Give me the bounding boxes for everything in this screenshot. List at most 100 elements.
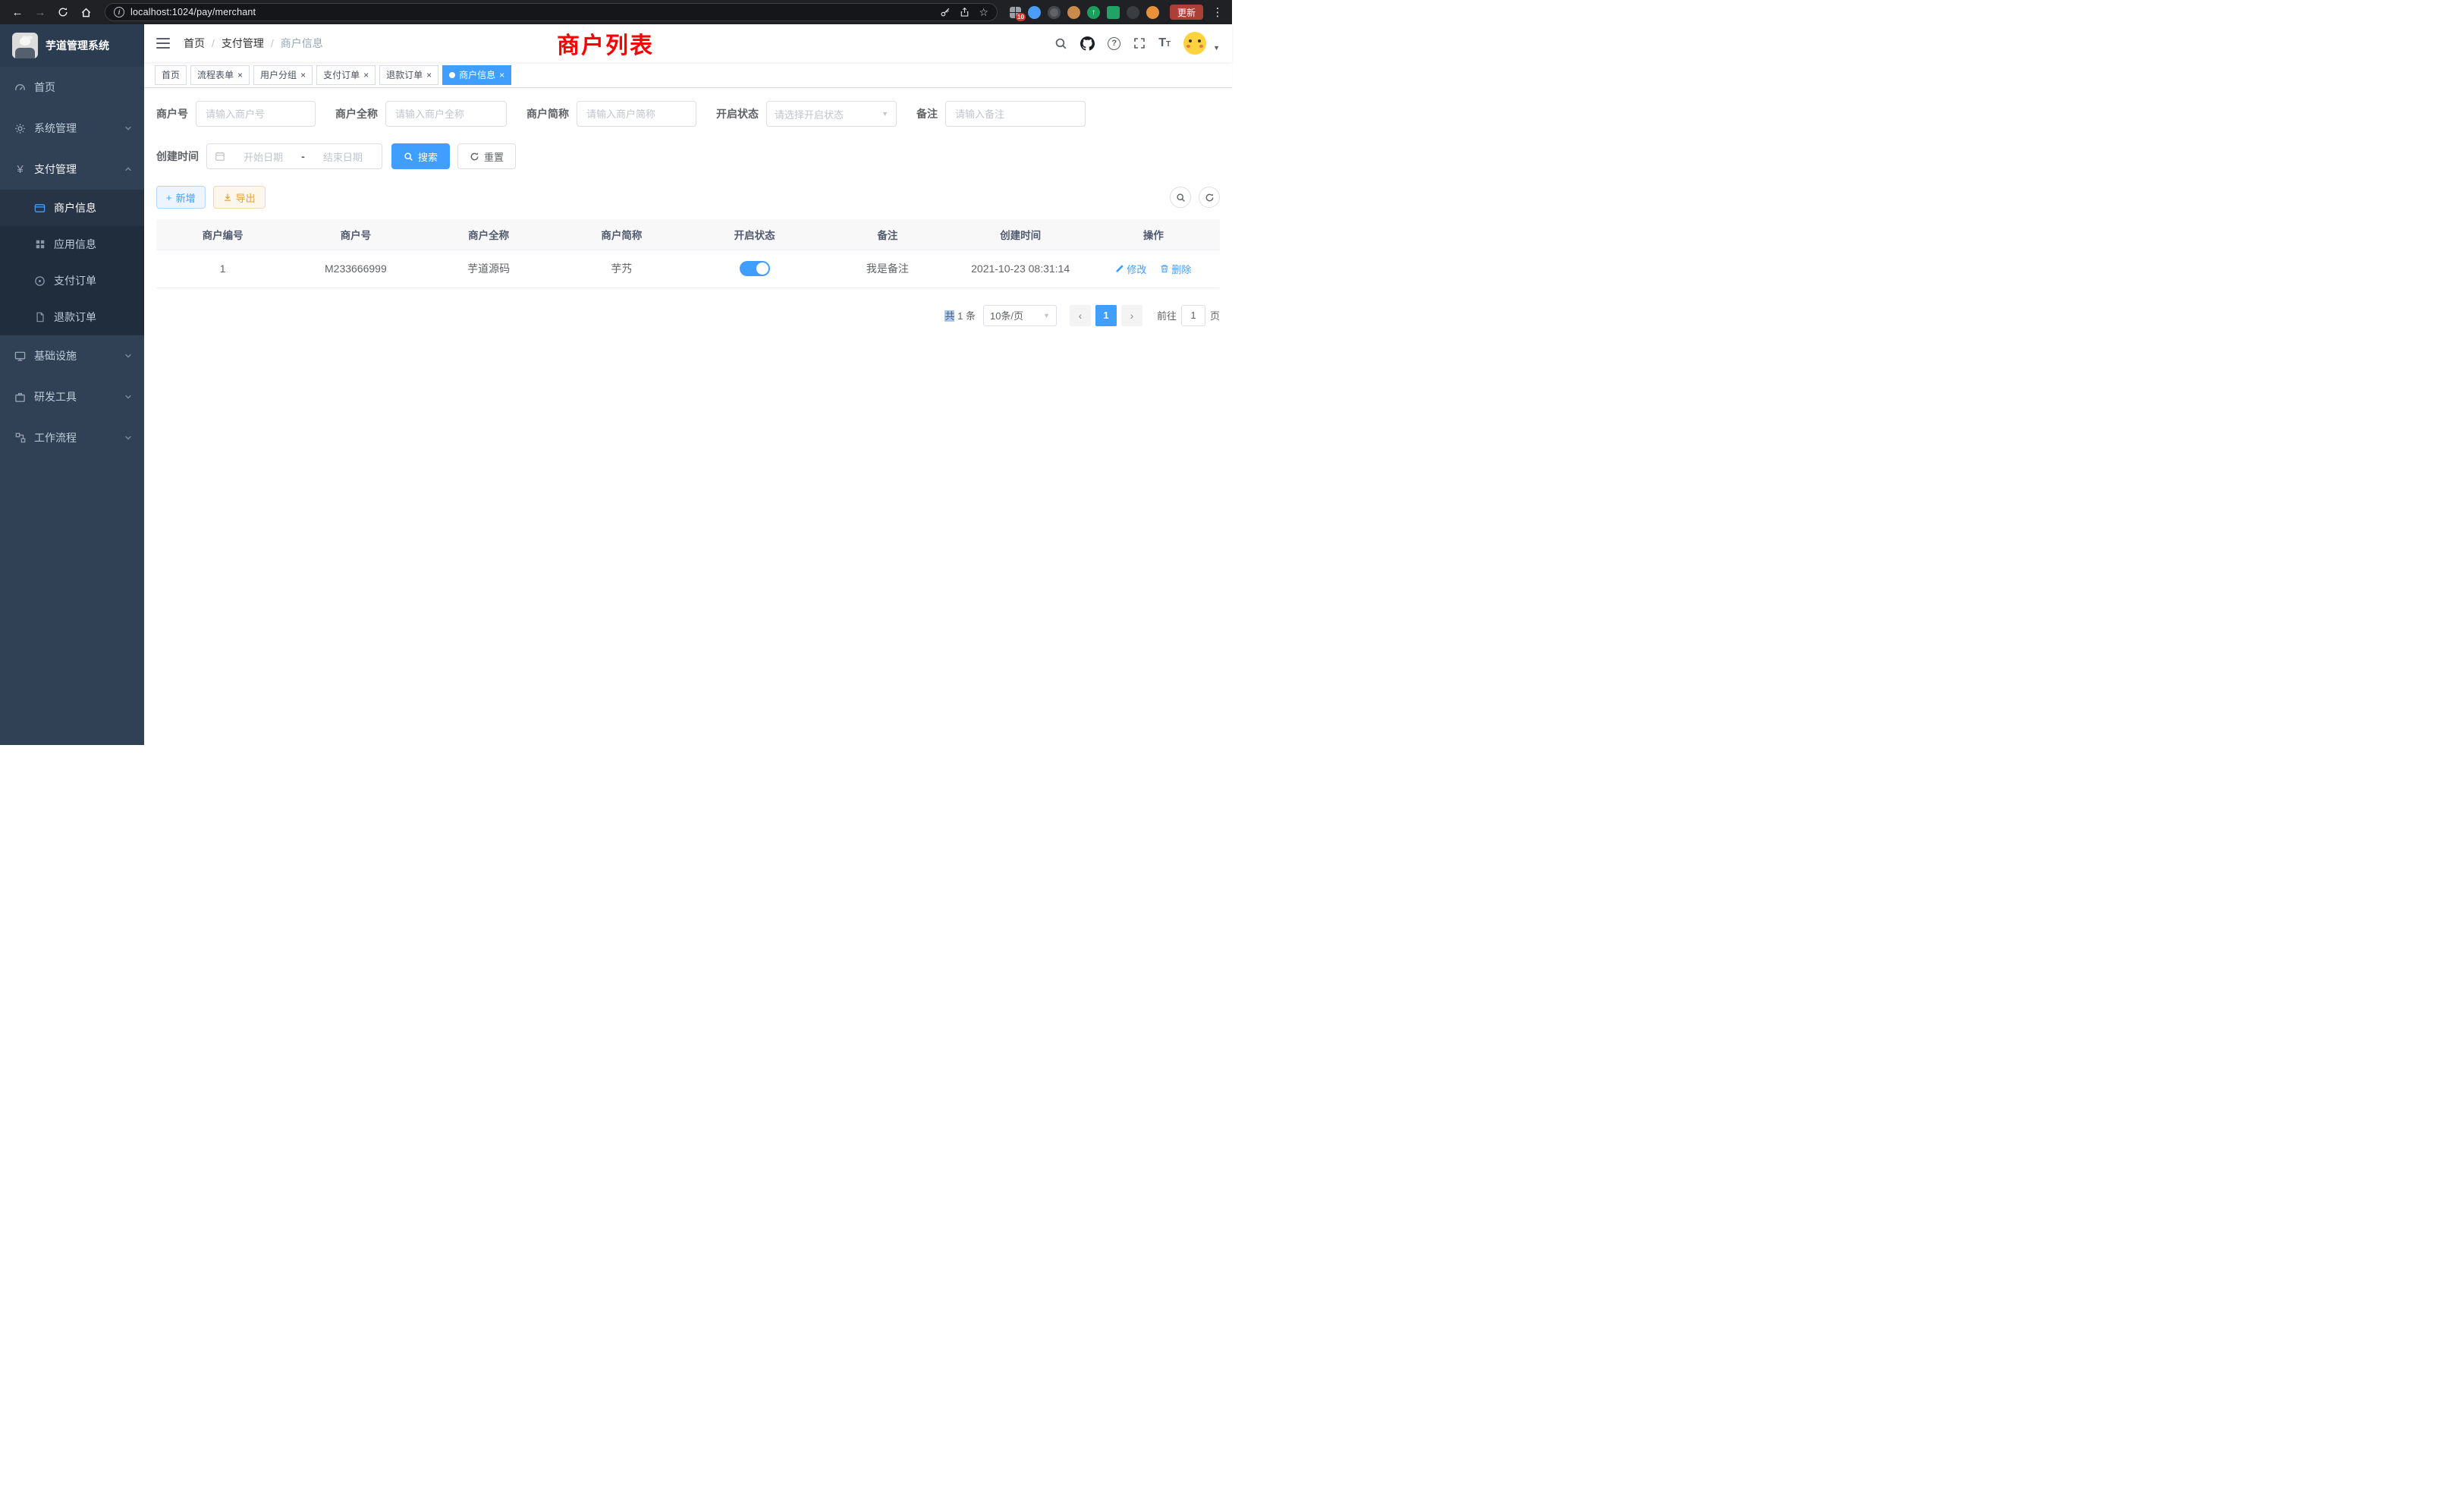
extension-icon-5[interactable] [1107, 6, 1120, 19]
add-button[interactable]: + 新增 [156, 186, 206, 209]
table-header-row: 商户编号 商户号 商户全称 商户简称 开启状态 备注 创建时间 操作 [156, 219, 1220, 250]
refresh-button[interactable] [1199, 187, 1220, 208]
tags-view: 首页 流程表单 × 用户分组 × 支付订单 × 退款订单 × 商户信息 × [144, 62, 1232, 88]
prev-page-button[interactable]: ‹ [1070, 305, 1091, 326]
short-name-input[interactable] [577, 101, 696, 127]
sidebar-item-app-info[interactable]: 应用信息 [0, 226, 144, 262]
forward-icon[interactable]: → [30, 2, 50, 22]
pagination: 共 1 条 10条/页 ▼ ‹ 1 › 前往 页 [156, 305, 1220, 326]
extension-icon-6[interactable] [1127, 6, 1139, 19]
tab-label: 首页 [162, 68, 180, 81]
chevron-down-icon [124, 352, 132, 360]
extension-icon-apps[interactable]: 10 [1010, 7, 1021, 18]
create-time-label: 创建时间 [156, 149, 199, 164]
hamburger-icon[interactable] [156, 38, 170, 49]
sidebar-item-system[interactable]: 系统管理 [0, 108, 144, 149]
breadcrumb-current: 商户信息 [281, 36, 323, 51]
close-icon[interactable]: × [499, 71, 504, 80]
extension-icon-1[interactable] [1028, 6, 1041, 19]
page-content: 商户号 商户全称 商户简称 开启状态 请选择开启状态 ▼ [144, 88, 1232, 745]
sidebar-item-label: 研发工具 [34, 389, 77, 404]
home-icon[interactable] [76, 2, 96, 22]
merchant-no-input[interactable] [196, 101, 316, 127]
back-icon[interactable]: ← [8, 2, 27, 22]
goto-page-input[interactable] [1181, 305, 1205, 326]
full-name-input[interactable] [385, 101, 507, 127]
page-size-select[interactable]: 10条/页 ▼ [983, 305, 1057, 326]
extension-icon-2[interactable] [1048, 6, 1061, 19]
status-select[interactable]: 请选择开启状态 ▼ [766, 101, 897, 127]
tab-pay-order[interactable]: 支付订单 × [316, 65, 376, 85]
sidebar-item-dev-tools[interactable]: 研发工具 [0, 376, 144, 417]
key-icon[interactable] [940, 7, 951, 17]
sidebar-item-payment[interactable]: ¥ 支付管理 [0, 149, 144, 190]
start-date-placeholder[interactable]: 开始日期 [232, 149, 294, 164]
edit-link[interactable]: 修改 [1115, 262, 1146, 276]
breadcrumb-home[interactable]: 首页 [184, 36, 205, 51]
filter-row-2: 创建时间 开始日期 - 结束日期 搜索 重置 [156, 143, 1220, 169]
tab-home[interactable]: 首页 [155, 65, 187, 85]
col-actions: 操作 [1087, 219, 1220, 250]
end-date-placeholder[interactable]: 结束日期 [312, 149, 374, 164]
info-icon[interactable]: i [114, 7, 124, 17]
refresh-icon [470, 152, 479, 162]
search-button[interactable]: 搜索 [391, 143, 450, 169]
chevron-down-icon: ▼ [882, 110, 888, 118]
extension-icon-7[interactable] [1146, 6, 1159, 19]
next-page-button[interactable]: › [1121, 305, 1142, 326]
share-icon[interactable] [960, 7, 970, 17]
tab-refund-order[interactable]: 退款订单 × [379, 65, 438, 85]
avatar-caret-icon[interactable]: ▼ [1213, 44, 1220, 55]
extension-icon-3[interactable] [1067, 6, 1080, 19]
breadcrumb-payment[interactable]: 支付管理 [222, 36, 264, 51]
tab-label: 退款订单 [386, 68, 423, 81]
sidebar-item-refund-order[interactable]: 退款订单 [0, 299, 144, 335]
delete-link[interactable]: 删除 [1160, 262, 1191, 276]
close-icon[interactable]: × [426, 71, 432, 80]
fullscreen-icon[interactable] [1133, 37, 1146, 49]
browser-menu-icon[interactable]: ⋮ [1211, 5, 1224, 19]
extension-icon-4[interactable]: ↑ [1087, 6, 1100, 19]
user-avatar[interactable] [1183, 32, 1206, 55]
reload-icon[interactable] [53, 2, 73, 22]
short-name-label: 商户简称 [526, 106, 569, 121]
briefcase-icon [14, 391, 27, 403]
close-icon[interactable]: × [363, 71, 369, 80]
sidebar-item-pay-order[interactable]: 支付订单 [0, 262, 144, 299]
table-toolbar: + 新增 导出 [156, 186, 1220, 209]
create-time-range-picker[interactable]: 开始日期 - 结束日期 [206, 143, 382, 169]
breadcrumb-separator: / [271, 37, 274, 49]
sidebar-item-home[interactable]: 首页 [0, 67, 144, 108]
cell-merchant-no: M233666999 [289, 250, 422, 288]
toggle-search-button[interactable] [1170, 187, 1191, 208]
goto-label: 前往 [1157, 308, 1177, 322]
calendar-icon [215, 151, 225, 162]
reset-button[interactable]: 重置 [457, 143, 516, 169]
status-toggle[interactable] [740, 261, 770, 276]
export-button[interactable]: 导出 [213, 186, 266, 209]
selection-highlight: 共 [944, 310, 954, 322]
tab-process-form[interactable]: 流程表单 × [190, 65, 250, 85]
sidebar-logo[interactable]: 芋道管理系统 [0, 24, 144, 67]
page-number-1[interactable]: 1 [1095, 305, 1117, 326]
close-icon[interactable]: × [300, 71, 306, 80]
tab-merchant-info[interactable]: 商户信息 × [442, 65, 511, 85]
bookmark-star-icon[interactable]: ☆ [979, 6, 988, 19]
close-icon[interactable]: × [237, 71, 243, 80]
sidebar-item-merchant-info[interactable]: 商户信息 [0, 190, 144, 226]
sidebar-item-workflow[interactable]: 工作流程 [0, 417, 144, 458]
tab-user-group[interactable]: 用户分组 × [253, 65, 313, 85]
help-icon[interactable]: ? [1108, 37, 1120, 50]
sidebar-item-infrastructure[interactable]: 基础设施 [0, 335, 144, 376]
cell-short-name: 芋艿 [555, 250, 688, 288]
sidebar-item-label: 基础设施 [34, 348, 77, 363]
url-text[interactable]: localhost:1024/pay/merchant [130, 7, 934, 17]
browser-update-button[interactable]: 更新 [1170, 5, 1203, 20]
col-remark: 备注 [821, 219, 954, 250]
github-icon[interactable] [1080, 36, 1095, 51]
search-icon[interactable] [1054, 37, 1067, 50]
font-size-icon[interactable]: TT [1158, 37, 1171, 49]
address-bar[interactable]: i localhost:1024/pay/merchant ☆ [105, 3, 998, 21]
download-icon [223, 193, 232, 202]
remark-input[interactable] [945, 101, 1086, 127]
